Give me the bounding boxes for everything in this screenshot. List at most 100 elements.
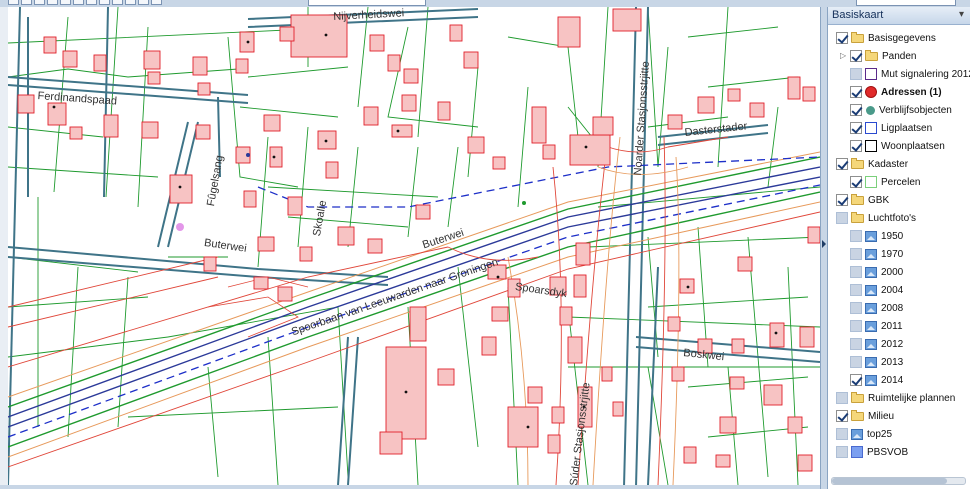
layer-tree-item[interactable]: Ruimtelijke plannen [828, 389, 970, 407]
horizontal-scrollbar[interactable] [831, 477, 966, 485]
toolbar-button[interactable] [112, 0, 123, 5]
layer-label: top25 [867, 428, 893, 440]
layer-checkbox[interactable] [850, 50, 862, 62]
layer-tree-item[interactable]: 2011 [828, 317, 970, 335]
toolbar-button[interactable] [86, 0, 97, 5]
close-icon[interactable]: ▾ [956, 9, 967, 20]
layer-checkbox[interactable] [850, 356, 862, 368]
collapse-arrow-icon[interactable] [822, 240, 826, 248]
folder-icon [851, 391, 864, 403]
layer-checkbox[interactable] [836, 446, 848, 458]
aerial-photo-icon [865, 248, 877, 260]
layer-label: Basisgegevens [868, 32, 936, 44]
layer-tree-item[interactable]: Luchtfoto's [828, 209, 970, 227]
map-toolbar [8, 0, 162, 6]
toolbar-button[interactable] [73, 0, 84, 5]
layer-checkbox[interactable] [836, 410, 848, 422]
layer-label: Woonplaatsen [881, 140, 945, 152]
layer-checkbox[interactable] [850, 122, 862, 134]
layer-panel: Basiskaart ▾ Basisgegevens ▷ Panden Mut sig… [827, 7, 970, 489]
layer-checkbox[interactable] [836, 212, 848, 224]
toolbar-button[interactable] [21, 0, 32, 5]
layer-label: Panden [882, 50, 917, 62]
layer-checkbox[interactable] [850, 230, 862, 242]
folder-icon [851, 211, 864, 223]
layer-label: Milieu [868, 410, 895, 422]
layer-tree-item[interactable]: 2014 [828, 371, 970, 389]
layer-label: Ligplaatsen [881, 122, 933, 134]
search-select[interactable] [856, 0, 956, 6]
layer-label: Kadaster [868, 158, 909, 170]
layer-label: Adressen (1) [881, 86, 942, 98]
expand-arrow-icon[interactable]: ▷ [840, 51, 846, 61]
toolbar-button[interactable] [151, 0, 162, 5]
layer-tree-item[interactable]: Kadaster [828, 155, 970, 173]
layer-checkbox[interactable] [836, 428, 848, 440]
layer-tree-item[interactable]: ▷ Panden [828, 47, 970, 65]
layer-tree-item[interactable]: 1970 [828, 245, 970, 263]
layer-checkbox[interactable] [850, 68, 862, 80]
layer-tree-item[interactable]: 1950 [828, 227, 970, 245]
layer-checkbox[interactable] [836, 392, 848, 404]
layer-label: GBK [868, 194, 890, 206]
legend-symbol-icon [865, 122, 877, 134]
layer-checkbox[interactable] [836, 158, 848, 170]
layer-checkbox[interactable] [850, 248, 862, 260]
legend-symbol-icon [865, 86, 877, 98]
aerial-photo-icon [865, 302, 877, 314]
layer-checkbox[interactable] [850, 140, 862, 152]
toolbar-button[interactable] [138, 0, 149, 5]
toolbar-button[interactable] [125, 0, 136, 5]
layer-tree-item[interactable]: 2012 [828, 335, 970, 353]
layer-tree-item[interactable]: Adressen (1) [828, 83, 970, 101]
aerial-photo-icon [865, 320, 877, 332]
layer-tree-item[interactable]: 2008 [828, 299, 970, 317]
layer-tree-item[interactable]: Basisgegevens [828, 29, 970, 47]
legend-symbol-icon [865, 176, 877, 188]
layer-checkbox[interactable] [850, 266, 862, 278]
layer-checkbox[interactable] [850, 284, 862, 296]
layer-checkbox[interactable] [850, 374, 862, 386]
layer-checkbox[interactable] [850, 320, 862, 332]
layer-tree-item[interactable]: Percelen [828, 173, 970, 191]
layer-tree-item[interactable]: Milieu [828, 407, 970, 425]
layer-tree-item[interactable]: 2013 [828, 353, 970, 371]
layer-tree-item[interactable]: 2004 [828, 281, 970, 299]
layer-tree-item[interactable]: Woonplaatsen [828, 137, 970, 155]
panel-splitter[interactable] [820, 7, 827, 489]
layer-tree-item[interactable]: Ligplaatsen [828, 119, 970, 137]
layer-checkbox[interactable] [836, 194, 848, 206]
layer-tree: Basisgegevens ▷ Panden Mut signalering 2012… [828, 25, 970, 461]
layer-tree-item[interactable]: top25 [828, 425, 970, 443]
toolbar-button[interactable] [99, 0, 110, 5]
map-canvas[interactable] [8, 7, 820, 485]
layer-tree-item[interactable]: GBK [828, 191, 970, 209]
map-viewport[interactable]: Ferdinandspaad Nijverheidswei Fûgelsang … [8, 7, 820, 485]
layer-checkbox[interactable] [850, 86, 862, 98]
layer-tree-item[interactable]: PBSVOB [828, 443, 970, 461]
aerial-photo-icon [865, 230, 877, 242]
scale-select[interactable] [308, 0, 426, 6]
layer-checkbox[interactable] [850, 338, 862, 350]
toolbar-button[interactable] [34, 0, 45, 5]
layer-checkbox[interactable] [836, 32, 848, 44]
layer-tree-item[interactable]: Mut signalering 2012 [828, 65, 970, 83]
aerial-photo-icon [865, 338, 877, 350]
toolbar-button[interactable] [60, 0, 71, 5]
toolbar-button[interactable] [8, 0, 19, 5]
layer-checkbox[interactable] [850, 176, 862, 188]
layer-tree-item[interactable]: Verblijfsobjecten [828, 101, 970, 119]
layer-label: Ruimtelijke plannen [868, 392, 956, 404]
legend-symbol-icon [865, 68, 877, 80]
layer-label: 2013 [881, 356, 904, 368]
scrollbar-thumb[interactable] [832, 478, 947, 484]
layer-tree-item[interactable]: 2000 [828, 263, 970, 281]
layer-label: Verblijfsobjecten [879, 104, 952, 116]
layer-checkbox[interactable] [850, 104, 862, 116]
folder-icon [851, 193, 864, 205]
aerial-photo-icon [865, 284, 877, 296]
toolbar-button[interactable] [47, 0, 58, 5]
legend-symbol-icon [865, 140, 877, 152]
layer-panel-header: Basiskaart ▾ [828, 7, 970, 25]
layer-checkbox[interactable] [850, 302, 862, 314]
